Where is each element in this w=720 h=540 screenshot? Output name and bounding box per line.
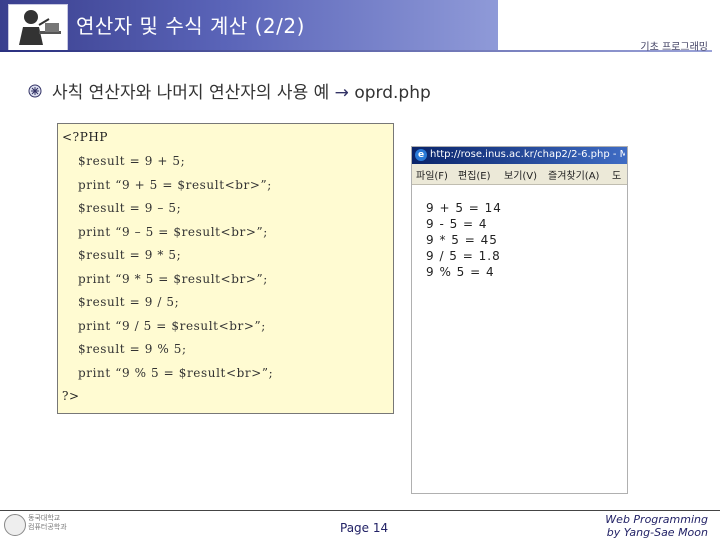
page-number: Page 14 — [340, 521, 389, 535]
bullet-text: 사칙 연산자와 나머지 연산자의 사용 예 → oprd.php — [52, 78, 431, 103]
footer-divider — [0, 510, 720, 511]
output-line: 9 + 5 = 14 — [426, 201, 502, 215]
code-line: print “9 + 5 = $result<br>”; — [78, 178, 272, 192]
footer-credit: Web Programming by Yang-Sae Moon — [605, 513, 708, 539]
credit-line: by Yang-Sae Moon — [606, 526, 708, 539]
credit-line: Web Programming — [605, 513, 708, 526]
code-line: $result = 9 / 5; — [78, 295, 180, 309]
browser-menubar: 파일(F) 편집(E) 보기(V) 즐겨찾기(A) 도 — [412, 164, 627, 185]
header-divider — [0, 50, 712, 52]
lecturer-logo-icon — [8, 4, 68, 52]
file-name: oprd.php — [354, 83, 431, 103]
browser-titlebar: e http://rose.inus.ac.kr/chap2/2-6.php -… — [412, 147, 627, 164]
bullet-icon — [28, 83, 42, 98]
menu-edit[interactable]: 편집(E) — [458, 167, 491, 182]
university-seal-icon — [4, 514, 26, 536]
code-line: print “9 – 5 = $result<br>”; — [78, 225, 268, 239]
code-line: $result = 9 + 5; — [78, 154, 186, 168]
menu-file[interactable]: 파일(F) — [416, 167, 448, 182]
code-line: print “9 % 5 = $result<br>”; — [78, 366, 274, 380]
browser-content: 9 + 5 = 14 9 - 5 = 4 9 * 5 = 45 9 / 5 = … — [412, 185, 627, 493]
code-line: ?> — [62, 389, 80, 403]
menu-favorites[interactable]: 즐겨찾기(A) — [548, 167, 599, 182]
logo-text-line: 동국대학교 — [28, 514, 61, 522]
output-line: 9 - 5 = 4 — [426, 217, 488, 231]
university-logo-text: 동국대학교 컴퓨터공학과 — [28, 514, 67, 532]
code-line: $result = 9 – 5; — [78, 201, 182, 215]
code-line: print “9 * 5 = $result<br>”; — [78, 272, 268, 286]
slide-title: 연산자 및 수식 계산 (2/2) — [76, 14, 305, 38]
output-line: 9 / 5 = 1.8 — [426, 249, 501, 263]
code-line: $result = 9 * 5; — [78, 248, 182, 262]
code-box: <?PHP $result = 9 + 5; print “9 + 5 = $r… — [57, 123, 394, 414]
browser-window: e http://rose.inus.ac.kr/chap2/2-6.php -… — [411, 146, 628, 494]
output-line: 9 * 5 = 45 — [426, 233, 498, 247]
code-line: print “9 / 5 = $result<br>”; — [78, 319, 266, 333]
browser-title: http://rose.inus.ac.kr/chap2/2-6.php - M… — [430, 149, 625, 160]
menu-view[interactable]: 보기(V) — [504, 167, 537, 182]
course-name: 기초 프로그래밍 — [640, 42, 708, 53]
code-line: $result = 9 % 5; — [78, 342, 187, 356]
code-line: <?PHP — [62, 130, 109, 144]
logo-text-line: 컴퓨터공학과 — [28, 523, 67, 531]
arrow-icon: → — [334, 83, 349, 103]
output-line: 9 % 5 = 4 — [426, 265, 495, 279]
bullet-label: 사칙 연산자와 나머지 연산자의 사용 예 — [52, 83, 330, 103]
browser-icon: e — [415, 149, 427, 161]
menu-tools[interactable]: 도 — [612, 167, 621, 182]
